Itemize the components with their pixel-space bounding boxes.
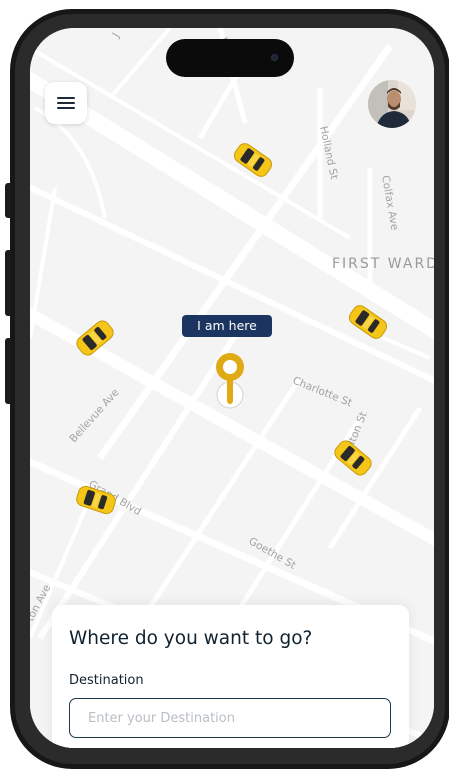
silent-switch bbox=[5, 183, 11, 218]
user-profile-icon bbox=[368, 80, 416, 128]
destination-label: Destination bbox=[69, 673, 144, 688]
avatar[interactable] bbox=[368, 80, 416, 128]
hamburger-menu-icon bbox=[57, 97, 75, 109]
destination-search-sheet: Where do you want to go? Destination bbox=[52, 605, 409, 748]
volume-down-button bbox=[5, 338, 11, 404]
destination-input[interactable] bbox=[69, 698, 391, 738]
app-screen: J W Holland St Colfax Ave FIRST WARD Cha… bbox=[30, 28, 434, 748]
sheet-title: Where do you want to go? bbox=[69, 628, 313, 649]
volume-up-button bbox=[5, 250, 11, 316]
camera-icon bbox=[271, 54, 278, 61]
district-label-first-ward: FIRST WARD bbox=[332, 256, 434, 272]
menu-button[interactable] bbox=[45, 82, 87, 124]
current-location-tooltip: I am here bbox=[182, 315, 272, 337]
location-pin-icon[interactable] bbox=[208, 348, 252, 412]
dynamic-island bbox=[166, 39, 294, 77]
